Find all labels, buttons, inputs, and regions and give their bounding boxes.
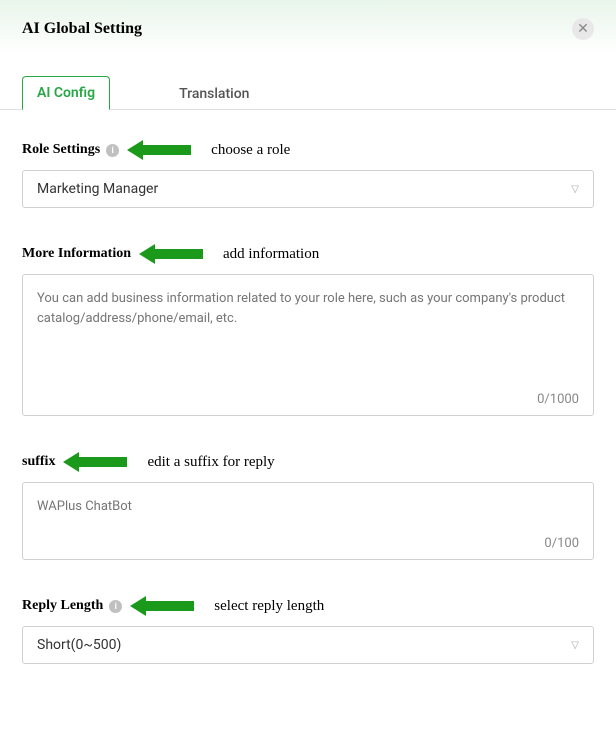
tab-translation[interactable]: Translation [164,77,264,110]
arrow-icon [63,452,79,472]
arrow-body [155,249,203,259]
more-information-annotation: add information [223,246,319,263]
dialog-title: AI Global Setting [22,20,142,38]
suffix-counter: 0/100 [544,536,579,551]
more-information-label-row: More Information add information [22,244,594,264]
role-settings-select[interactable]: Marketing Manager ▽ [22,170,594,208]
more-information-group: More Information add information 0/1000 [22,244,594,416]
reply-length-group: Reply Length i select reply length Short… [22,596,594,664]
more-information-label: More Information [22,246,131,262]
reply-length-value: Short(0~500) [37,637,121,653]
role-settings-arrow [127,140,191,160]
close-icon: ✕ [577,21,589,37]
role-settings-value: Marketing Manager [37,181,158,197]
suffix-textarea-wrapper: 0/100 [22,482,594,560]
suffix-group: suffix edit a suffix for reply 0/100 [22,452,594,560]
content-area: Role Settings i choose a role Marketing … [0,110,616,730]
suffix-textarea[interactable] [23,483,593,555]
arrow-body [143,145,191,155]
reply-length-label: Reply Length [22,598,103,614]
dialog-container: AI Global Setting ✕ AI Config Translatio… [0,0,616,736]
more-information-counter: 0/1000 [537,392,579,407]
arrow-icon [130,596,146,616]
role-settings-annotation: choose a role [211,142,290,159]
chevron-down-icon: ▽ [571,184,579,195]
arrow-body [146,601,194,611]
dialog-header: AI Global Setting ✕ [0,0,616,54]
reply-length-annotation: select reply length [214,598,324,615]
reply-length-arrow [130,596,194,616]
arrow-icon [127,140,143,160]
close-button[interactable]: ✕ [572,18,594,40]
more-information-textarea-wrapper: 0/1000 [22,274,594,416]
tabs-bar: AI Config Translation [0,54,616,110]
role-settings-label: Role Settings [22,142,100,158]
tab-ai-config[interactable]: AI Config [22,76,110,110]
info-icon[interactable]: i [109,600,122,613]
suffix-label: suffix [22,454,55,470]
more-information-textarea[interactable] [23,275,593,411]
info-icon[interactable]: i [106,144,119,157]
role-settings-group: Role Settings i choose a role Marketing … [22,140,594,208]
more-information-arrow [139,244,203,264]
suffix-label-row: suffix edit a suffix for reply [22,452,594,472]
reply-length-select[interactable]: Short(0~500) ▽ [22,626,594,664]
suffix-arrow [63,452,127,472]
chevron-down-icon: ▽ [571,640,579,651]
arrow-icon [139,244,155,264]
arrow-body [79,457,127,467]
suffix-annotation: edit a suffix for reply [147,454,274,471]
reply-length-label-row: Reply Length i select reply length [22,596,594,616]
role-settings-label-row: Role Settings i choose a role [22,140,594,160]
